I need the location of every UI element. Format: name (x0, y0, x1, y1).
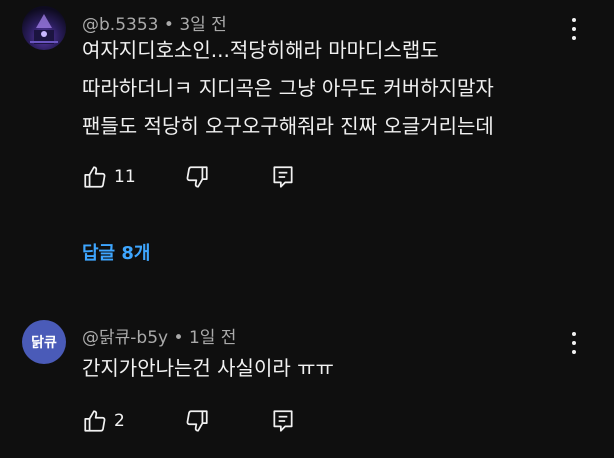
dislike-button[interactable] (184, 164, 210, 190)
like-button[interactable]: 2 (82, 408, 125, 434)
reply-comment-icon (273, 166, 293, 188)
thumbs-up-icon (84, 410, 106, 432)
comment-text: 간지가안나는건 사실이라 ㅠㅠ (82, 349, 582, 387)
comment-line: 따라하더니ㅋ 지디곡은 그냥 아무도 커버하지말자 (82, 76, 494, 100)
avatar-text: 닭큐 (31, 335, 57, 351)
thumbs-down-icon (186, 166, 208, 188)
reply-comment-icon (273, 410, 293, 432)
comment-actions: 2 (82, 408, 322, 438)
like-count: 11 (114, 167, 136, 187)
avatar-image (30, 14, 58, 44)
avatar[interactable]: 닭큐 (22, 320, 66, 364)
thumbs-down-icon (186, 410, 208, 432)
dislike-button[interactable] (184, 408, 210, 434)
comment-author[interactable]: @닭큐-b5y (82, 328, 168, 348)
comment-line: 여자지디호소인...적당히해라 마마디스랩도 (82, 38, 439, 62)
avatar[interactable] (22, 6, 66, 50)
reply-button[interactable] (270, 408, 296, 434)
comment-time[interactable]: 1일 전 (189, 328, 237, 348)
comment-actions: 11 (82, 164, 322, 194)
meta-separator: • (173, 328, 184, 348)
comment-meta: @닭큐-b5y • 1일 전 (82, 323, 236, 348)
reply-button[interactable] (270, 164, 296, 190)
comment-text: 여자지디호소인...적당히해라 마마디스랩도 따라하더니ㅋ 지디곡은 그냥 아무… (82, 31, 582, 145)
like-button[interactable]: 11 (82, 164, 136, 190)
thumbs-up-icon (84, 166, 106, 188)
like-count: 2 (114, 411, 125, 431)
comment-line: 팬들도 적당히 오구오구해줘라 진짜 오글거리는데 (82, 114, 494, 138)
comments-panel: @b.5353 • 3일 전 여자지디호소인...적당히해라 마마디스랩도 따라… (6, 0, 608, 452)
view-replies-button[interactable]: 답글 8개 (82, 239, 150, 265)
comment-line: 간지가안나는건 사실이라 ㅠㅠ (82, 356, 334, 380)
